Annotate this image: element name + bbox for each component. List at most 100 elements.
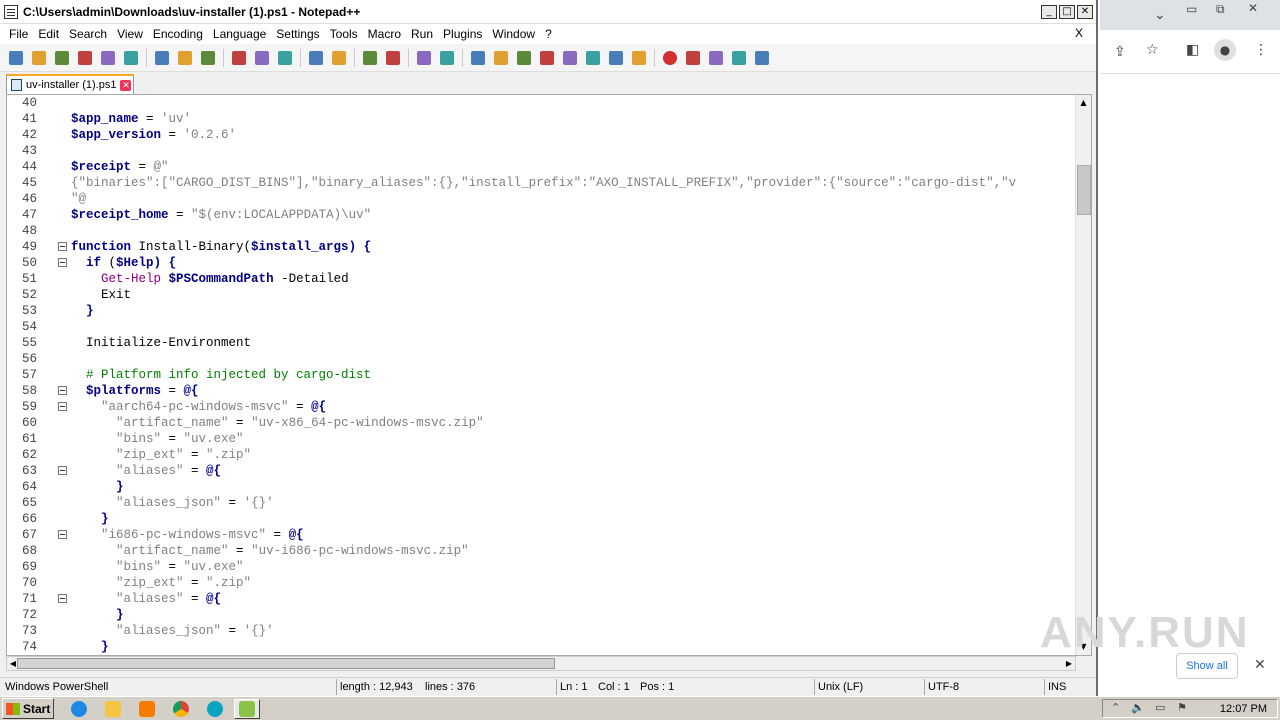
fold-toggle-icon[interactable]	[58, 386, 67, 395]
menu-language[interactable]: Language	[208, 27, 271, 41]
code-line: 62 "zip_ext" = ".zip"	[7, 447, 1077, 463]
maximize-button[interactable]: □	[1059, 5, 1075, 19]
chrome-icon[interactable]	[168, 699, 194, 719]
tab-close-icon[interactable]: ✕	[120, 79, 132, 91]
code-token: "aliases_json"	[116, 496, 222, 510]
action-center-flag-icon[interactable]: ⚑	[1177, 701, 1187, 714]
sync-h-icon[interactable]	[437, 48, 457, 68]
horizontal-scrollbar[interactable]: ◀ ▶	[6, 656, 1076, 671]
code-line: 72 }	[7, 607, 1077, 623]
menu-encoding[interactable]: Encoding	[148, 27, 208, 41]
all-chars-icon[interactable]	[491, 48, 511, 68]
profile-avatar-icon[interactable]: ●	[1214, 39, 1236, 61]
print-icon[interactable]	[152, 48, 172, 68]
side-panel-icon[interactable]: ◧	[1186, 42, 1199, 58]
udl-icon[interactable]	[537, 48, 557, 68]
start-button[interactable]: Start	[2, 698, 54, 719]
save-icon[interactable]	[52, 48, 72, 68]
menu-view[interactable]: View	[112, 27, 148, 41]
function-list-icon[interactable]	[583, 48, 603, 68]
vertical-scrollbar[interactable]: ▲ ▼	[1075, 95, 1091, 655]
sync-v-icon[interactable]	[414, 48, 434, 68]
undo-icon[interactable]	[252, 48, 272, 68]
wrap-icon[interactable]	[468, 48, 488, 68]
monitor-icon[interactable]	[629, 48, 649, 68]
code-editor[interactable]: 40 41 $app_name = 'uv' 42 $app_version = '0.…	[6, 94, 1092, 656]
menu-search[interactable]: Search	[64, 27, 112, 41]
code-token: "uv-i686-pc-windows-msvc.zip"	[251, 544, 469, 558]
stop-icon[interactable]	[683, 48, 703, 68]
zoom-in-icon[interactable]	[360, 48, 380, 68]
copy-icon[interactable]	[198, 48, 218, 68]
zoom-out-icon[interactable]	[383, 48, 403, 68]
new-icon[interactable]	[6, 48, 26, 68]
horizontal-scroll-thumb[interactable]	[17, 658, 555, 669]
line-number: 74	[21, 640, 37, 654]
cut-icon[interactable]	[175, 48, 195, 68]
close-document-button[interactable]: X	[1070, 26, 1088, 40]
line-number: 53	[21, 304, 37, 318]
explorer-icon[interactable]	[100, 699, 126, 719]
chevron-down-icon[interactable]: ⌄	[1154, 7, 1166, 23]
doc-map-icon[interactable]	[560, 48, 580, 68]
volume-icon[interactable]: 🔈	[1131, 701, 1145, 714]
close-icon[interactable]: ✕	[1248, 1, 1258, 15]
notepadpp-taskbar-icon[interactable]	[234, 699, 260, 719]
line-number: 68	[21, 544, 37, 558]
menu-tools[interactable]: Tools	[325, 27, 363, 41]
folder-icon[interactable]	[606, 48, 626, 68]
vertical-scroll-thumb[interactable]	[1077, 165, 1091, 215]
menu-kebab-icon[interactable]: ⋮	[1254, 42, 1268, 58]
restore-icon[interactable]: ⧉	[1216, 2, 1225, 17]
menu-window[interactable]: Window	[487, 27, 540, 41]
show-all-button[interactable]: Show all	[1176, 653, 1238, 679]
code-token: =	[138, 112, 162, 126]
media-player-icon[interactable]	[134, 699, 160, 719]
menu-plugins[interactable]: Plugins	[438, 27, 487, 41]
download-bar-close-icon[interactable]: ✕	[1254, 657, 1266, 673]
menu-help[interactable]: ?	[540, 27, 557, 41]
menu-macro[interactable]: Macro	[363, 27, 406, 41]
fold-toggle-icon[interactable]	[58, 258, 67, 267]
play-multi-icon[interactable]	[729, 48, 749, 68]
line-number: 57	[21, 368, 37, 382]
menu-settings[interactable]: Settings	[271, 27, 324, 41]
open-icon[interactable]	[29, 48, 49, 68]
save-all-icon[interactable]	[75, 48, 95, 68]
line-number: 43	[21, 144, 37, 158]
replace-icon[interactable]	[329, 48, 349, 68]
edge-icon[interactable]	[202, 699, 228, 719]
tab-uv-installer[interactable]: uv-installer (1).ps1 ✕	[6, 74, 134, 94]
menu-edit[interactable]: Edit	[33, 27, 64, 41]
indent-guide-icon[interactable]	[514, 48, 534, 68]
code-line: 66 }	[7, 511, 1077, 527]
fold-toggle-icon[interactable]	[58, 402, 67, 411]
scroll-up-icon[interactable]: ▲	[1076, 95, 1091, 111]
bookmark-star-icon[interactable]: ☆	[1146, 42, 1159, 58]
code-line: 50 if ($Help) {	[7, 255, 1077, 271]
ie-icon[interactable]	[66, 699, 92, 719]
paste-icon[interactable]	[229, 48, 249, 68]
tray-expand-icon[interactable]: ⌃	[1111, 701, 1120, 714]
network-icon[interactable]: ▭	[1155, 701, 1165, 714]
share-icon[interactable]: ⇪	[1114, 44, 1126, 60]
save-macro-icon[interactable]	[752, 48, 772, 68]
fold-toggle-icon[interactable]	[58, 594, 67, 603]
close-icon[interactable]	[98, 48, 118, 68]
fold-toggle-icon[interactable]	[58, 530, 67, 539]
scroll-right-icon[interactable]: ▶	[1063, 657, 1075, 670]
code-text: }	[71, 479, 124, 495]
find-icon[interactable]	[306, 48, 326, 68]
play-icon[interactable]	[706, 48, 726, 68]
minimize-button[interactable]: _	[1041, 5, 1057, 19]
fold-toggle-icon[interactable]	[58, 466, 67, 475]
fold-toggle-icon[interactable]	[58, 242, 67, 251]
menu-file[interactable]: File	[4, 27, 33, 41]
close-all-icon[interactable]	[121, 48, 141, 68]
redo-icon[interactable]	[275, 48, 295, 68]
minimize-icon[interactable]: ▭	[1186, 2, 1197, 16]
menu-run[interactable]: Run	[406, 27, 438, 41]
close-button[interactable]: ✕	[1077, 5, 1093, 19]
record-icon[interactable]	[660, 48, 680, 68]
